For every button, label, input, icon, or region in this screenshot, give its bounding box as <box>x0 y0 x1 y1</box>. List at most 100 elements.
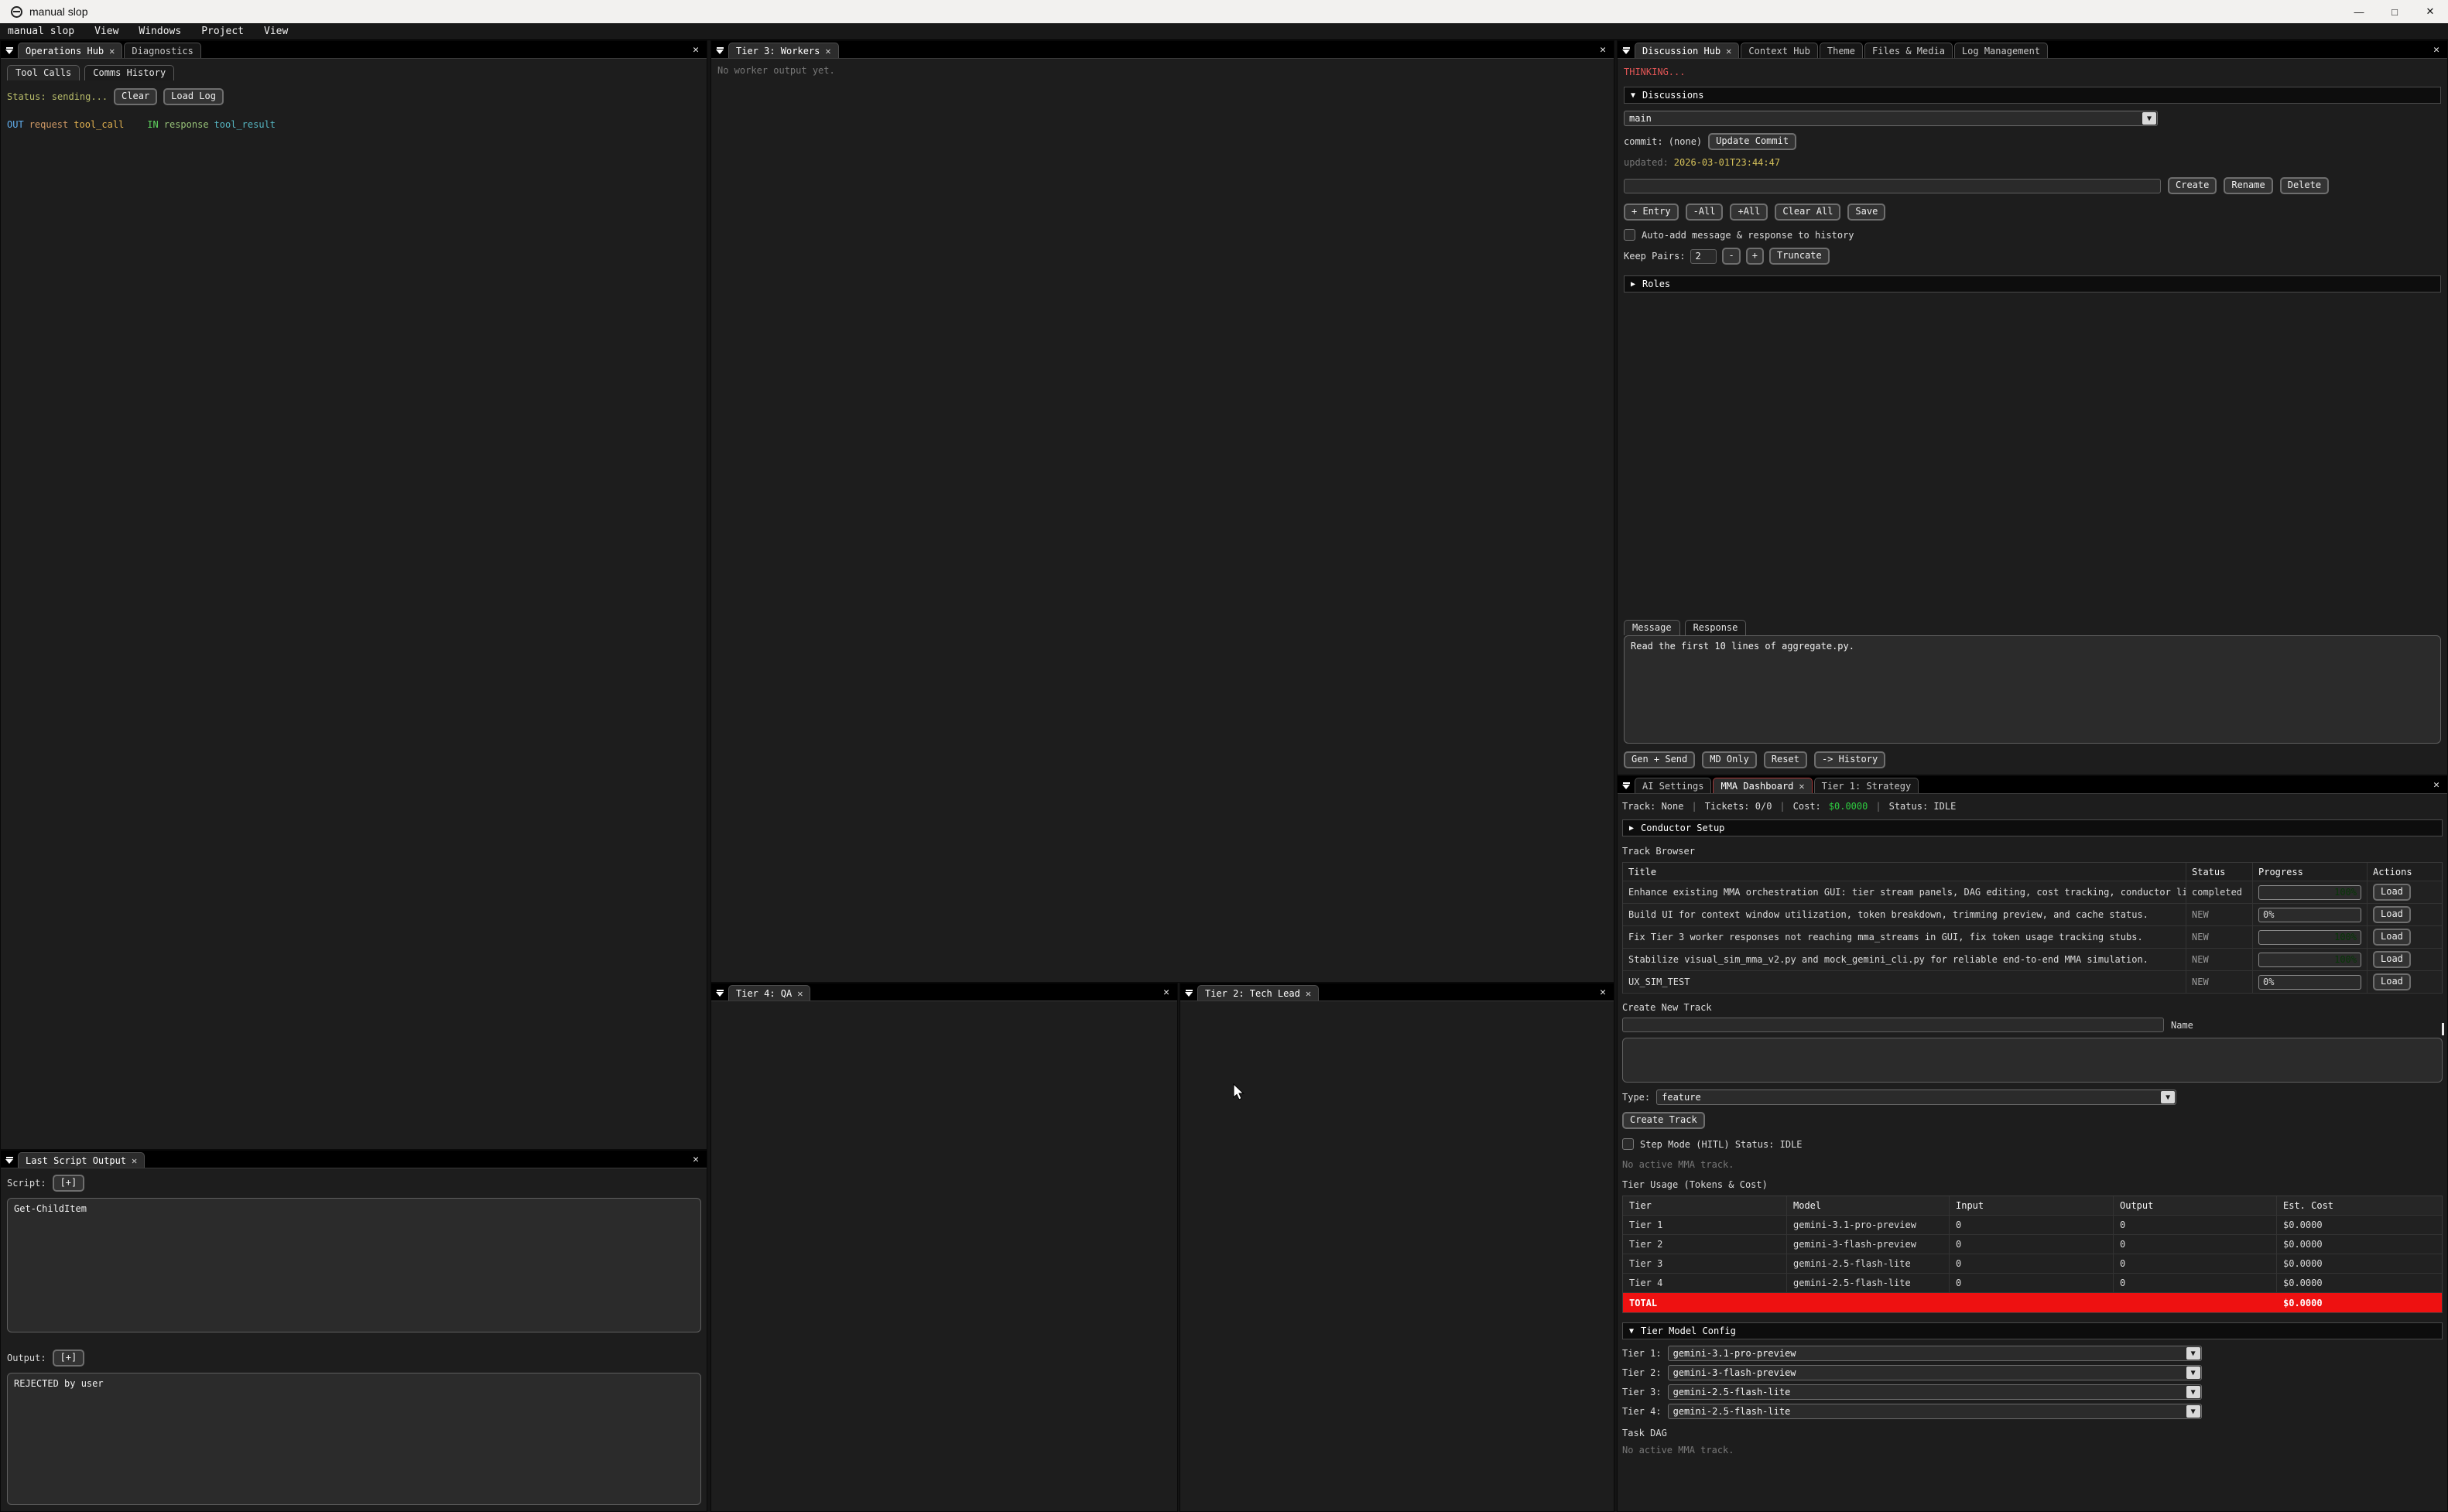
dock-menu-icon[interactable] <box>1 43 18 58</box>
tier4-model-select[interactable]: gemini-2.5-flash-lite ▼ <box>1668 1404 2202 1419</box>
save-button[interactable]: Save <box>1847 204 1885 221</box>
panel-close-icon[interactable]: ✕ <box>2433 44 2447 58</box>
tab-mma-dashboard[interactable]: MMA Dashboard ✕ <box>1713 778 1812 793</box>
output-text-area[interactable]: REJECTED by user <box>7 1373 701 1505</box>
autoadd-checkbox[interactable] <box>1624 229 1635 241</box>
track-name-input[interactable] <box>1622 1018 2164 1032</box>
script-expand-button[interactable]: [+] <box>53 1175 85 1192</box>
roles-section-header[interactable]: ▶ Roles <box>1624 275 2441 292</box>
dock-menu-icon[interactable] <box>711 43 728 58</box>
tab-close-icon[interactable]: ✕ <box>797 988 803 999</box>
clear-button[interactable]: Clear <box>114 88 157 105</box>
maximize-button[interactable]: □ <box>2377 0 2412 23</box>
panel-close-icon[interactable]: ✕ <box>1163 987 1177 1001</box>
tab-operations-hub[interactable]: Operations Hub ✕ <box>18 43 122 58</box>
conductor-setup-header[interactable]: ▶ Conductor Setup <box>1622 819 2443 836</box>
delete-button[interactable]: Delete <box>2280 177 2329 194</box>
keep-pairs-input[interactable] <box>1690 249 1717 264</box>
discussion-select[interactable]: main ▼ <box>1624 111 2158 126</box>
close-button[interactable]: ✕ <box>2412 0 2448 23</box>
rename-button[interactable]: Rename <box>2224 177 2272 194</box>
menu-view-2[interactable]: View <box>262 26 289 37</box>
table-row[interactable]: Enhance existing MMA orchestration GUI: … <box>1623 881 2442 904</box>
load-track-button[interactable]: Load <box>2373 929 2411 946</box>
tab-close-icon[interactable]: ✕ <box>1799 781 1804 792</box>
conductor-setup-label: Conductor Setup <box>1641 823 1724 833</box>
md-only-button[interactable]: MD Only <box>1702 751 1757 768</box>
type-select[interactable]: feature ▼ <box>1656 1090 2176 1105</box>
dock-menu-icon[interactable] <box>1 1152 18 1168</box>
subtab-comms-history[interactable]: Comms History <box>84 65 174 80</box>
minimize-button[interactable]: — <box>2341 0 2377 23</box>
message-textarea[interactable]: Read the first 10 lines of aggregate.py. <box>1624 635 2441 744</box>
collapse-all-button[interactable]: -All <box>1686 204 1724 221</box>
step-mode-checkbox[interactable] <box>1622 1138 1634 1150</box>
dock-menu-icon[interactable] <box>1180 985 1197 1001</box>
tier3-model-select[interactable]: gemini-2.5-flash-lite ▼ <box>1668 1384 2202 1400</box>
menu-manual-slop[interactable]: manual slop <box>6 26 76 37</box>
truncate-button[interactable]: Truncate <box>1769 248 1830 265</box>
window-titlebar[interactable]: manual slop — □ ✕ <box>0 0 2448 23</box>
tab-close-icon[interactable]: ✕ <box>1726 46 1731 56</box>
tab-ai-settings[interactable]: AI Settings <box>1635 778 1711 793</box>
tab-last-script-output[interactable]: Last Script Output ✕ <box>18 1152 145 1168</box>
tab-close-icon[interactable]: ✕ <box>132 1155 137 1166</box>
menu-view[interactable]: View <box>93 26 120 37</box>
panel-close-icon[interactable]: ✕ <box>1600 44 1614 58</box>
tab-files-media[interactable]: Files & Media <box>1864 43 1953 58</box>
table-row[interactable]: Stabilize visual_sim_mma_v2.py and mock_… <box>1623 949 2442 971</box>
tab-tier2-tech-lead[interactable]: Tier 2: Tech Lead ✕ <box>1197 985 1319 1001</box>
tier2-model-select[interactable]: gemini-3-flash-preview ▼ <box>1668 1365 2202 1380</box>
load-log-button[interactable]: Load Log <box>163 88 224 105</box>
menu-windows[interactable]: Windows <box>137 26 183 37</box>
expand-all-button[interactable]: +All <box>1730 204 1768 221</box>
table-row[interactable]: UX_SIM_TEST NEW 0% Load <box>1623 971 2442 994</box>
load-track-button[interactable]: Load <box>2373 973 2411 990</box>
update-commit-button[interactable]: Update Commit <box>1708 133 1796 150</box>
clear-all-button[interactable]: Clear All <box>1775 204 1840 221</box>
load-track-button[interactable]: Load <box>2373 906 2411 923</box>
tab-log-management[interactable]: Log Management <box>1954 43 2048 58</box>
tab-message[interactable]: Message <box>1624 620 1680 635</box>
reset-button[interactable]: Reset <box>1764 751 1807 768</box>
discussions-section-header[interactable]: ▼ Discussions <box>1624 87 2441 104</box>
dock-menu-icon[interactable] <box>711 985 728 1001</box>
table-row[interactable]: Fix Tier 3 worker responses not reaching… <box>1623 926 2442 949</box>
gen-send-button[interactable]: Gen + Send <box>1624 751 1695 768</box>
tab-tier1-strategy[interactable]: Tier 1: Strategy <box>1814 778 1919 793</box>
subtab-tool-calls[interactable]: Tool Calls <box>7 65 80 80</box>
panel-close-icon[interactable]: ✕ <box>693 1154 707 1168</box>
tab-diagnostics[interactable]: Diagnostics <box>124 43 200 58</box>
dock-menu-icon[interactable] <box>1618 778 1635 793</box>
script-text-area[interactable]: Get-ChildItem <box>7 1198 701 1332</box>
tab-close-icon[interactable]: ✕ <box>1306 988 1311 999</box>
create-button[interactable]: Create <box>2168 177 2217 194</box>
tier1-model-select[interactable]: gemini-3.1-pro-preview ▼ <box>1668 1346 2202 1361</box>
panel-close-icon[interactable]: ✕ <box>1600 987 1614 1001</box>
add-entry-button[interactable]: + Entry <box>1624 204 1679 221</box>
scrollbar-thumb[interactable] <box>2442 1023 2444 1035</box>
load-track-button[interactable]: Load <box>2373 884 2411 901</box>
tab-theme[interactable]: Theme <box>1820 43 1863 58</box>
menu-project[interactable]: Project <box>200 26 245 37</box>
tier-model-config-header[interactable]: ▼ Tier Model Config <box>1622 1322 2443 1339</box>
tab-close-icon[interactable]: ✕ <box>825 46 830 56</box>
dock-menu-icon[interactable] <box>1618 43 1635 58</box>
panel-close-icon[interactable]: ✕ <box>2433 779 2447 793</box>
tab-context-hub[interactable]: Context Hub <box>1741 43 1817 58</box>
tab-discussion-hub[interactable]: Discussion Hub ✕ <box>1635 43 1739 58</box>
table-row[interactable]: Build UI for context window utilization,… <box>1623 904 2442 926</box>
track-description-textarea[interactable] <box>1622 1038 2443 1083</box>
create-track-button[interactable]: Create Track <box>1622 1112 1705 1129</box>
increment-button[interactable]: + <box>1746 248 1764 265</box>
load-track-button[interactable]: Load <box>2373 951 2411 968</box>
output-expand-button[interactable]: [+] <box>53 1350 85 1367</box>
tab-tier3-workers[interactable]: Tier 3: Workers ✕ <box>728 43 839 58</box>
tab-response[interactable]: Response <box>1685 620 1747 635</box>
discussion-name-input[interactable] <box>1624 179 2161 193</box>
decrement-button[interactable]: - <box>1722 248 1740 265</box>
to-history-button[interactable]: -> History <box>1814 751 1885 768</box>
tab-tier4-qa[interactable]: Tier 4: QA ✕ <box>728 985 810 1001</box>
tab-close-icon[interactable]: ✕ <box>109 46 115 56</box>
panel-close-icon[interactable]: ✕ <box>693 44 707 58</box>
